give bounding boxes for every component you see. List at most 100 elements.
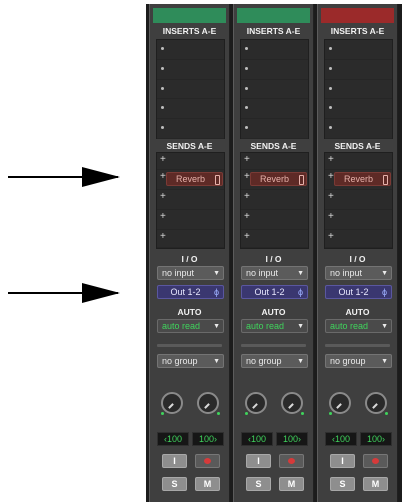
pan-indicator-icon bbox=[161, 412, 164, 415]
input-selector[interactable]: no input ▼ bbox=[241, 266, 308, 280]
send-reverb-button[interactable]: Reverb bbox=[334, 172, 391, 186]
send-slot-b[interactable]: + Reverb bbox=[157, 170, 224, 190]
send-slot-a[interactable]: + bbox=[241, 153, 308, 170]
solo-button[interactable]: S bbox=[330, 477, 355, 491]
send-add-icon: + bbox=[160, 171, 166, 182]
empty-slot-dot-icon bbox=[329, 47, 332, 50]
input-monitor-button[interactable]: I bbox=[246, 454, 271, 468]
send-slot-c[interactable]: + bbox=[157, 190, 224, 210]
pan-right-knob[interactable] bbox=[365, 392, 387, 414]
send-slot-d[interactable]: + bbox=[325, 210, 392, 230]
send-slot-c[interactable]: + bbox=[241, 190, 308, 210]
send-slot-e[interactable]: + bbox=[325, 230, 392, 248]
record-enable-button[interactable] bbox=[195, 454, 220, 468]
record-dot-icon bbox=[288, 458, 295, 464]
send-reverb-button[interactable]: Reverb bbox=[166, 172, 223, 186]
send-slot-e[interactable]: + bbox=[241, 230, 308, 248]
group-selector[interactable]: no group ▼ bbox=[325, 354, 392, 368]
pan-right-knob[interactable] bbox=[281, 392, 303, 414]
mute-button[interactable]: M bbox=[279, 477, 304, 491]
automation-mode-selector[interactable]: auto read ▼ bbox=[325, 319, 392, 333]
mixer-window: INSERTS A-E SENDS A-E + + Reverb + + + I… bbox=[146, 4, 402, 502]
output-callout-arrow bbox=[8, 283, 120, 303]
section-divider bbox=[325, 344, 390, 347]
send-add-icon: + bbox=[244, 191, 250, 202]
input-selector[interactable]: no input ▼ bbox=[325, 266, 392, 280]
insert-slot-c[interactable] bbox=[325, 80, 392, 100]
empty-slot-dot-icon bbox=[329, 86, 332, 90]
pan-right-value[interactable]: 100› bbox=[276, 432, 308, 446]
pan-left-value[interactable]: ‹100 bbox=[325, 432, 357, 446]
pan-right-value[interactable]: 100› bbox=[360, 432, 392, 446]
pan-left-knob[interactable] bbox=[161, 392, 183, 414]
output-selector[interactable]: Out 1-2 ϕ bbox=[241, 285, 308, 299]
group-value: no group bbox=[246, 356, 282, 366]
track-color-bar bbox=[153, 8, 226, 23]
insert-slot-c[interactable] bbox=[241, 80, 308, 100]
send-add-icon: + bbox=[244, 154, 250, 165]
send-slot-b[interactable]: + Reverb bbox=[241, 170, 308, 190]
input-value: no input bbox=[246, 268, 279, 278]
output-selector[interactable]: Out 1-2 ϕ bbox=[157, 285, 224, 299]
input-monitor-button[interactable]: I bbox=[330, 454, 355, 468]
automation-header: AUTO bbox=[345, 307, 370, 317]
sends-header: SENDS A-E bbox=[334, 141, 381, 151]
automation-header: AUTO bbox=[177, 307, 202, 317]
record-enable-button[interactable] bbox=[279, 454, 304, 468]
solo-button[interactable]: S bbox=[162, 477, 187, 491]
pan-left-knob[interactable] bbox=[329, 392, 351, 414]
pan-right-knob[interactable] bbox=[197, 392, 219, 414]
insert-slot-d[interactable] bbox=[157, 99, 224, 120]
send-add-icon: + bbox=[160, 231, 166, 242]
pan-left-value[interactable]: ‹100 bbox=[241, 432, 273, 446]
insert-slot-c[interactable] bbox=[157, 80, 224, 100]
insert-slot-b[interactable] bbox=[241, 60, 308, 80]
send-slot-b[interactable]: + Reverb bbox=[325, 170, 392, 190]
record-dot-icon bbox=[372, 458, 379, 464]
group-selector[interactable]: no group ▼ bbox=[157, 354, 224, 368]
send-add-icon: + bbox=[328, 231, 334, 242]
send-reverb-button[interactable]: Reverb bbox=[250, 172, 307, 186]
insert-slot-b[interactable] bbox=[325, 60, 392, 80]
automation-mode-value: auto read bbox=[246, 321, 285, 331]
insert-slot-e[interactable] bbox=[157, 119, 224, 139]
insert-slots bbox=[240, 39, 309, 139]
send-slot-e[interactable]: + bbox=[157, 230, 224, 248]
inserts-header: INSERTS A-E bbox=[162, 26, 217, 36]
send-slot-d[interactable]: + bbox=[157, 210, 224, 230]
insert-slot-a[interactable] bbox=[241, 40, 308, 60]
pan-left-value[interactable]: ‹100 bbox=[157, 432, 189, 446]
automation-mode-selector[interactable]: auto read ▼ bbox=[241, 319, 308, 333]
mute-button[interactable]: M bbox=[195, 477, 220, 491]
record-enable-button[interactable] bbox=[363, 454, 388, 468]
input-monitor-button[interactable]: I bbox=[162, 454, 187, 468]
pan-right-value[interactable]: 100› bbox=[192, 432, 224, 446]
send-slot-a[interactable]: + bbox=[325, 153, 392, 170]
mute-button[interactable]: M bbox=[363, 477, 388, 491]
input-value: no input bbox=[162, 268, 195, 278]
solo-button[interactable]: S bbox=[246, 477, 271, 491]
insert-slot-e[interactable] bbox=[241, 119, 308, 139]
group-selector[interactable]: no group ▼ bbox=[241, 354, 308, 368]
pan-left-knob[interactable] bbox=[245, 392, 267, 414]
empty-slot-dot-icon bbox=[329, 126, 332, 130]
input-selector[interactable]: no input ▼ bbox=[157, 266, 224, 280]
insert-slot-a[interactable] bbox=[157, 40, 224, 60]
output-selector[interactable]: Out 1-2 ϕ bbox=[325, 285, 392, 299]
insert-slot-a[interactable] bbox=[325, 40, 392, 60]
send-slot-a[interactable]: + bbox=[157, 153, 224, 170]
io-header: I / O bbox=[265, 254, 282, 264]
send-slot-c[interactable]: + bbox=[325, 190, 392, 210]
insert-slot-d[interactable] bbox=[241, 99, 308, 120]
insert-slot-e[interactable] bbox=[325, 119, 392, 139]
insert-slot-d[interactable] bbox=[325, 99, 392, 120]
empty-slot-dot-icon bbox=[245, 106, 248, 110]
sends-callout-arrow bbox=[8, 167, 120, 187]
insert-slot-b[interactable] bbox=[157, 60, 224, 80]
pan-indicator-icon bbox=[329, 412, 332, 415]
send-slot-d[interactable]: + bbox=[241, 210, 308, 230]
automation-mode-selector[interactable]: auto read ▼ bbox=[157, 319, 224, 333]
dropdown-caret-icon: ▼ bbox=[213, 270, 220, 277]
dropdown-caret-icon: ▼ bbox=[297, 358, 304, 365]
send-slots: + + Reverb + + + bbox=[156, 152, 225, 249]
